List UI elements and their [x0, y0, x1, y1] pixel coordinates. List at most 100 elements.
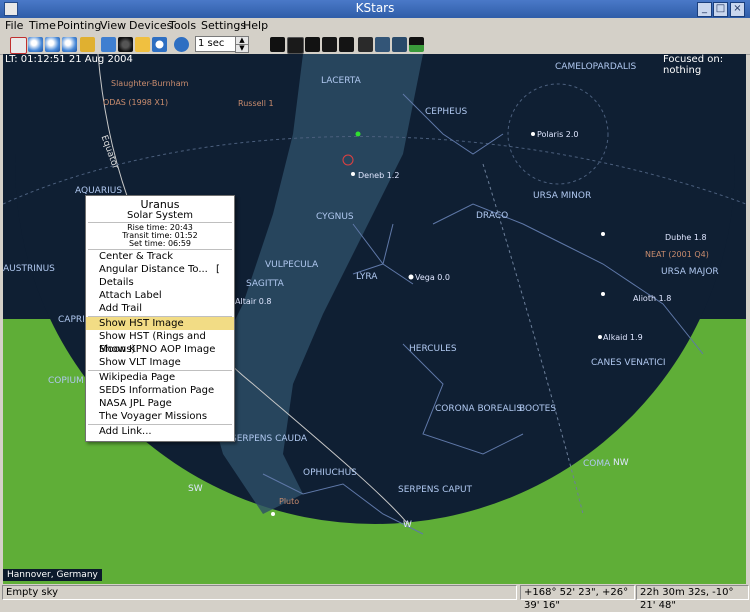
- constellation-draco: DRACO: [476, 211, 509, 221]
- popup-item-center-track[interactable]: Center & Track: [86, 250, 234, 263]
- popup-item-add-trail[interactable]: Add Trail: [86, 302, 234, 315]
- zoom-in-icon[interactable]: [28, 37, 43, 52]
- menu-file[interactable]: File: [5, 19, 23, 32]
- constellation-cepheus: CEPHEUS: [425, 107, 468, 117]
- compass-w: W: [403, 520, 412, 530]
- title-bar: KStars _ □ ×: [0, 0, 750, 18]
- constellation-hercules: HERCULES: [409, 344, 457, 354]
- time-step-field[interactable]: 1 sec: [195, 36, 237, 52]
- status-bar: Empty sky +168° 52' 23", +26° 39' 16" 22…: [0, 584, 750, 611]
- lock-icon[interactable]: [80, 37, 95, 52]
- popup-item-voyager[interactable]: The Voyager Missions: [86, 410, 234, 423]
- status-radec: 22h 30m 32s, -10° 21' 48": [636, 585, 749, 611]
- menu-view[interactable]: View: [100, 19, 126, 32]
- menu-settings[interactable]: Settings: [201, 19, 246, 32]
- center-object-icon[interactable]: [10, 37, 27, 54]
- minimize-button[interactable]: _: [697, 2, 712, 17]
- pause-icon[interactable]: [174, 37, 189, 52]
- star-polaris[interactable]: Polaris 2.0: [537, 130, 579, 139]
- toggle-constellation-names-icon[interactable]: [339, 37, 354, 52]
- star-deneb[interactable]: Deneb 1.2: [358, 171, 399, 180]
- object-neat[interactable]: NEAT (2001 Q4): [645, 250, 709, 259]
- menu-pointing[interactable]: Pointing: [57, 19, 101, 32]
- toggle-constellation-lines-icon[interactable]: [322, 37, 337, 52]
- constellation-ophiuchus: OPHIUCHUS: [303, 468, 357, 478]
- menu-help[interactable]: Help: [243, 19, 268, 32]
- popup-angular-shortcut: [: [216, 264, 220, 275]
- toggle-grid-icon[interactable]: [375, 37, 390, 52]
- constellation-austrinus: AUSTRINUS: [3, 264, 55, 274]
- toolbar: 1 sec ▲ ▼: [0, 34, 750, 55]
- zoom-default-icon[interactable]: [62, 37, 77, 52]
- constellation-cygnus: CYGNUS: [316, 212, 354, 222]
- constellation-serpens-cauda: SERPENS CAUDA: [231, 434, 308, 444]
- constellation-bootes: BOOTES: [519, 404, 557, 414]
- dubhe-dot: [601, 232, 605, 236]
- maximize-button[interactable]: □: [713, 2, 728, 17]
- popup-item-details[interactable]: Details: [86, 276, 234, 289]
- constellation-copium: COPIUM: [48, 376, 84, 386]
- compass-sw: SW: [188, 484, 203, 494]
- constellation-capri: CAPRI: [58, 315, 85, 325]
- constellation-vulpecula: VULPECULA: [265, 260, 319, 270]
- popup-item-attach-label[interactable]: Attach Label: [86, 289, 234, 302]
- toggle-milky-way-icon[interactable]: [358, 37, 373, 52]
- menu-devices[interactable]: Devices: [129, 19, 172, 32]
- object-odas[interactable]: ODAS (1998 X1): [103, 98, 168, 107]
- compass-nw: NW: [613, 458, 629, 468]
- green-object: [355, 131, 361, 137]
- toggle-deep-sky-icon[interactable]: [287, 37, 304, 54]
- popup-object-type: Solar System: [127, 210, 193, 221]
- vega-dot: [408, 274, 414, 280]
- popup-item-show-kpno[interactable]: Show KPNO AOP Image: [86, 343, 234, 356]
- star-alkaid[interactable]: Alkaid 1.9: [603, 333, 643, 342]
- popup-item-seds[interactable]: SEDS Information Page: [86, 384, 234, 397]
- star-dubhe[interactable]: Dubhe 1.8: [665, 233, 707, 242]
- star-altair[interactable]: Altair 0.8: [235, 297, 272, 306]
- status-altaz: +168° 52' 23", +26° 39' 16": [520, 585, 635, 611]
- constellation-lacerta: LACERTA: [321, 76, 361, 86]
- popup-item-add-link[interactable]: Add Link...: [86, 425, 234, 438]
- pluto-dot: [271, 512, 275, 516]
- window-title: KStars: [355, 1, 395, 15]
- constellation-ursa-minor: URSA MINOR: [533, 191, 592, 201]
- toggle-ground-icon[interactable]: [409, 37, 424, 52]
- toggle-stars-icon[interactable]: [270, 37, 285, 52]
- popup-item-nasa-jpl[interactable]: NASA JPL Page: [86, 397, 234, 410]
- clock-icon[interactable]: [152, 37, 167, 52]
- constellation-sagitta: SAGITTA: [246, 279, 284, 289]
- object-russell[interactable]: Russell 1: [238, 99, 274, 108]
- menu-tools[interactable]: Tools: [169, 19, 196, 32]
- time-step-down[interactable]: ▼: [235, 44, 249, 53]
- menu-time[interactable]: Time: [29, 19, 56, 32]
- constellation-camelopardalis: CAMELOPARDALIS: [555, 62, 637, 72]
- popup-set-time: Set time: 06:59: [128, 239, 192, 248]
- zoom-out-icon[interactable]: [45, 37, 60, 52]
- constellation-canes-venatici: CANES VENATICI: [591, 358, 666, 368]
- deneb-dot: [351, 172, 355, 176]
- toggle-equator-icon[interactable]: [392, 37, 407, 52]
- moon-icon[interactable]: [118, 37, 133, 52]
- telescope-icon[interactable]: [135, 37, 150, 52]
- star-vega[interactable]: Vega 0.0: [415, 273, 450, 282]
- alkaid-dot: [598, 335, 602, 339]
- popup-item-show-hst-rings[interactable]: Show HST (Rings and Moons): [86, 330, 234, 355]
- constellation-corona-borealis: CORONA BOREALIS: [435, 404, 523, 414]
- focus-label: Focused on: nothing: [663, 54, 724, 76]
- object-slaughter-burnham[interactable]: Slaughter-Burnham: [111, 79, 188, 88]
- find-object-icon[interactable]: [101, 37, 116, 52]
- star-alioth[interactable]: Alioth 1.8: [633, 294, 671, 303]
- popup-item-show-vlt[interactable]: Show VLT Image: [86, 356, 234, 369]
- constellation-ursa-major: URSA MAJOR: [661, 267, 719, 277]
- popup-item-wikipedia[interactable]: Wikipedia Page: [86, 371, 234, 384]
- constellation-coma: COMA: [583, 459, 611, 469]
- close-button[interactable]: ×: [730, 2, 745, 17]
- popup-item-angular-distance[interactable]: Angular Distance To...: [86, 263, 234, 276]
- toggle-planets-icon[interactable]: [305, 37, 320, 52]
- popup-item-show-hst-image[interactable]: Show HST Image: [86, 317, 234, 330]
- object-pluto[interactable]: Pluto: [279, 497, 299, 506]
- alioth-dot: [601, 292, 605, 296]
- status-message: Empty sky: [2, 585, 517, 600]
- object-popup-menu: Uranus Solar System Rise time: 20:43 Tra…: [85, 195, 235, 442]
- location-label: Hannover, Germany: [3, 569, 102, 581]
